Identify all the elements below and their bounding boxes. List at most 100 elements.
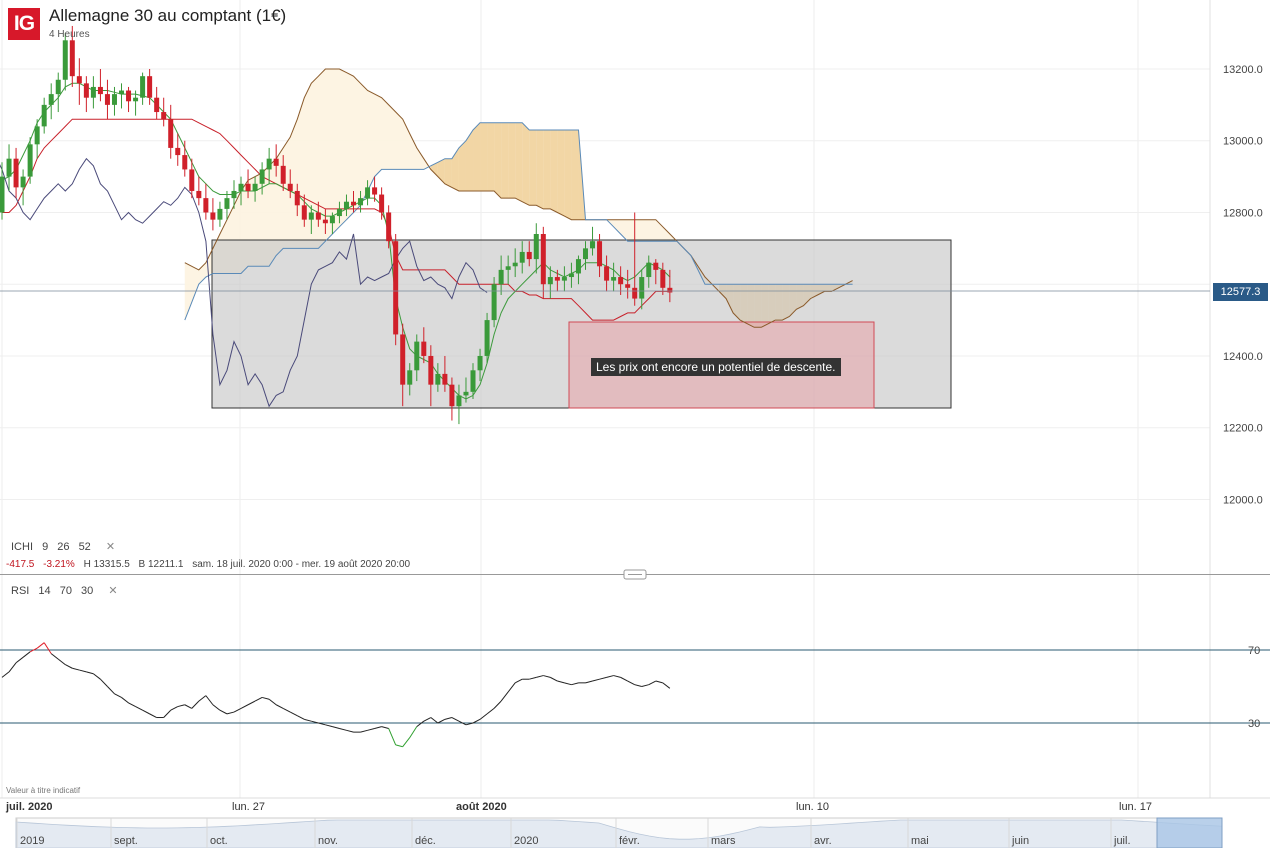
candle-body[interactable] [533, 234, 539, 260]
candle-body[interactable] [400, 334, 406, 385]
candle-body[interactable] [83, 83, 89, 98]
candle-body[interactable] [372, 187, 378, 195]
candle-body[interactable] [119, 90, 125, 95]
candle-body[interactable] [646, 262, 652, 278]
candle-body[interactable] [147, 76, 153, 98]
candle-body[interactable] [315, 212, 321, 220]
candle-body[interactable] [414, 341, 420, 371]
candle-body[interactable] [20, 176, 26, 188]
candle-body[interactable] [498, 269, 504, 285]
candle-body[interactable] [442, 373, 448, 385]
candle-body[interactable] [133, 97, 139, 102]
candle-body[interactable] [48, 94, 54, 105]
candle-body[interactable] [421, 341, 427, 356]
candle-body[interactable] [653, 262, 659, 270]
candle-body[interactable] [632, 287, 638, 299]
candle-body[interactable] [154, 97, 160, 113]
candle-body[interactable] [660, 269, 666, 288]
candle-body[interactable] [554, 277, 560, 281]
candle-body[interactable] [245, 183, 251, 191]
candle-body[interactable] [168, 119, 174, 148]
candle-body[interactable] [69, 40, 75, 77]
candle-body[interactable] [386, 212, 392, 242]
candle-body[interactable] [484, 320, 490, 356]
candle-body[interactable] [41, 104, 47, 127]
candle-body[interactable] [512, 262, 518, 267]
navigator-window[interactable] [1156, 817, 1223, 848]
candle-body[interactable] [393, 241, 399, 335]
candle-body[interactable] [238, 183, 244, 191]
candle-body[interactable] [667, 287, 673, 293]
candle-body[interactable] [301, 205, 307, 220]
candle-body[interactable] [575, 259, 581, 274]
timeframe-label[interactable]: 4 Heures [49, 29, 90, 40]
candle-body[interactable] [97, 86, 103, 95]
candle-body[interactable] [266, 158, 272, 170]
candle-body[interactable] [477, 355, 483, 371]
candle-body[interactable] [322, 219, 328, 224]
candle-body[interactable] [126, 90, 132, 102]
candle-body[interactable] [435, 373, 441, 385]
candle-body[interactable] [463, 391, 469, 396]
ichimoku-close-icon[interactable]: ✕ [106, 541, 115, 553]
candle-body[interactable] [140, 76, 146, 98]
candle-body[interactable] [182, 155, 188, 170]
candle-body[interactable] [336, 208, 342, 217]
candle-body[interactable] [611, 277, 617, 281]
candle-body[interactable] [231, 190, 237, 199]
candle-body[interactable] [407, 370, 413, 385]
candle-body[interactable] [365, 187, 371, 199]
candle-body[interactable] [428, 355, 434, 385]
candle-body[interactable] [491, 284, 497, 321]
candle-body[interactable] [203, 198, 209, 213]
candle-body[interactable] [196, 190, 202, 199]
candle-body[interactable] [273, 158, 279, 166]
candle-body[interactable] [111, 94, 117, 105]
candle-body[interactable] [217, 208, 223, 220]
candle-body[interactable] [0, 176, 5, 213]
candle-body[interactable] [62, 40, 68, 80]
candle-body[interactable] [547, 277, 553, 285]
candle-body[interactable] [210, 212, 216, 220]
candle-body[interactable] [456, 395, 462, 407]
candle-body[interactable] [379, 194, 385, 213]
candle-body[interactable] [358, 198, 364, 206]
candle-body[interactable] [104, 94, 110, 105]
candle-body[interactable] [505, 266, 511, 270]
candle-body[interactable] [280, 165, 286, 184]
candle-body[interactable] [252, 183, 258, 191]
candle-body[interactable] [329, 216, 335, 224]
candle-body[interactable] [6, 158, 12, 177]
candle-body[interactable] [625, 284, 631, 288]
candle-body[interactable] [34, 126, 40, 145]
candle-body[interactable] [639, 277, 645, 299]
candle-body[interactable] [308, 212, 314, 220]
candle-body[interactable] [27, 144, 33, 177]
price-chart[interactable]: 13200.0 13000.0 12800.0 12400.0 12200.0 12000… [0, 0, 1270, 848]
candle-body[interactable] [161, 112, 167, 120]
candle-body[interactable] [224, 198, 230, 209]
candle-body[interactable] [590, 241, 596, 249]
candle-body[interactable] [351, 201, 356, 206]
candle-body[interactable] [76, 76, 82, 84]
rsi-close-icon[interactable]: ✕ [108, 585, 117, 597]
candle-body[interactable] [470, 370, 476, 392]
candle-body[interactable] [259, 169, 265, 184]
candle-body[interactable] [519, 251, 525, 263]
candle-body[interactable] [90, 86, 96, 98]
candle-body[interactable] [568, 273, 574, 278]
candle-body[interactable] [175, 147, 181, 156]
candle-body[interactable] [582, 248, 588, 260]
candle-body[interactable] [55, 79, 61, 95]
candle-body[interactable] [526, 251, 532, 260]
candle-body[interactable] [189, 169, 195, 191]
candle-body[interactable] [597, 241, 603, 267]
candle-body[interactable] [561, 277, 567, 281]
candle-body[interactable] [449, 384, 455, 407]
candle-body[interactable] [604, 266, 610, 281]
candle-body[interactable] [13, 158, 19, 188]
candle-body[interactable] [294, 190, 300, 206]
candle-body[interactable] [618, 277, 624, 285]
candle-body[interactable] [343, 201, 349, 209]
candle-body[interactable] [287, 183, 293, 191]
